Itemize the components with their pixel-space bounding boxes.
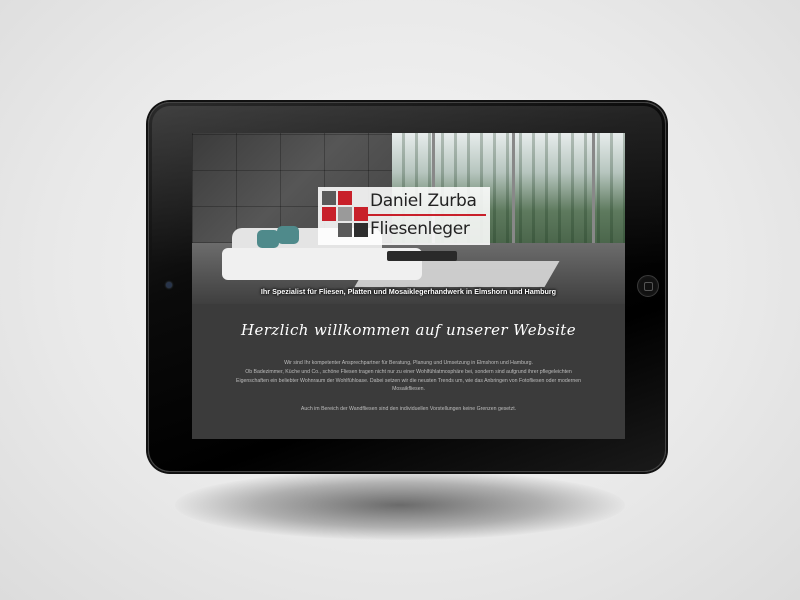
welcome-section: Herzlich willkommen auf unserer Website … [192,304,625,439]
site-logo[interactable]: Daniel Zurba Fliesenleger [318,187,490,245]
hero-coffee-table [387,251,457,261]
logo-name: Daniel Zurba [370,191,477,211]
tablet-screen: Daniel Zurba Fliesenleger Ihr Spezialist… [192,133,625,439]
intro-paragraph: Wir sind Ihr kompetenter Ansprechpartner… [284,360,533,366]
home-button-icon[interactable] [637,275,659,297]
hero-banner: Daniel Zurba Fliesenleger Ihr Spezialist… [192,133,625,304]
intro-paragraph: Ob Badezimmer, Küche und Co., schöne Fli… [236,369,581,393]
hero-tagline: Ihr Spezialist für Fliesen, Platten und … [260,287,557,296]
logo-subtitle: Fliesenleger [370,219,470,239]
hero-pillow [277,226,299,244]
intro-paragraph: Auch im Bereich der Wandfliesen sind den… [300,406,517,412]
logo-tiles-icon [322,191,370,239]
tablet-shadow [175,470,625,540]
camera-icon [166,282,172,288]
welcome-heading: Herzlich willkommen auf unserer Website [240,321,577,339]
logo-divider [368,214,486,216]
hero-pillow [257,230,279,248]
